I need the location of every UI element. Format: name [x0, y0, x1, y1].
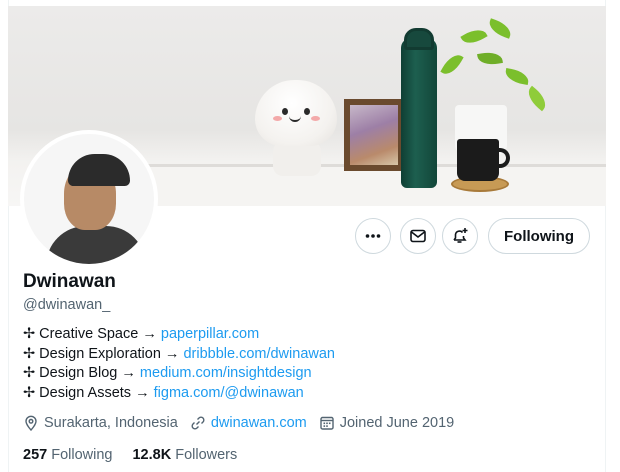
followers-stat[interactable]: 12.8K Followers: [132, 447, 237, 463]
bio-line: ✢ Design Assets → figma.com/@dwinawan: [23, 384, 304, 401]
mail-icon: [410, 229, 426, 243]
user-handle: @dwinawan_: [23, 297, 111, 313]
bio-link[interactable]: figma.com/@dwinawan: [154, 385, 304, 401]
bio-link[interactable]: paperpillar.com: [161, 326, 259, 342]
bio: ✢ Creative Space → paperpillar.com ✢ Des…: [23, 325, 335, 403]
following-button[interactable]: Following: [488, 218, 590, 254]
follow-stats: 257 Following 12.8K Followers: [23, 447, 257, 463]
link-icon: [191, 416, 205, 430]
calendar-icon: [320, 416, 334, 430]
join-date: Joined June 2019: [319, 415, 454, 431]
display-name: Dwinawan: [23, 271, 116, 292]
bio-line: ✢ Creative Space → paperpillar.com: [23, 326, 260, 342]
more-icon: [365, 234, 381, 238]
avatar[interactable]: [20, 130, 158, 268]
website[interactable]: dwinawan.com: [190, 415, 307, 431]
profile-meta: Surakarta, Indonesia dwinawan.com Joined…: [23, 415, 466, 431]
message-button[interactable]: [400, 218, 436, 254]
following-stat[interactable]: 257 Following: [23, 447, 112, 463]
more-button[interactable]: [355, 218, 391, 254]
bio-line: ✢ Design Blog → medium.com/insightdesign: [23, 365, 312, 381]
bio-link[interactable]: medium.com/insightdesign: [140, 365, 312, 381]
notifications-button[interactable]: [442, 218, 478, 254]
bio-link[interactable]: dribbble.com/dwinawan: [183, 346, 335, 362]
bell-plus-icon: [453, 228, 468, 243]
bio-line: ✢ Design Exploration → dribbble.com/dwin…: [23, 345, 335, 362]
location-pin-icon: [25, 415, 37, 431]
location: Surakarta, Indonesia: [23, 415, 178, 431]
